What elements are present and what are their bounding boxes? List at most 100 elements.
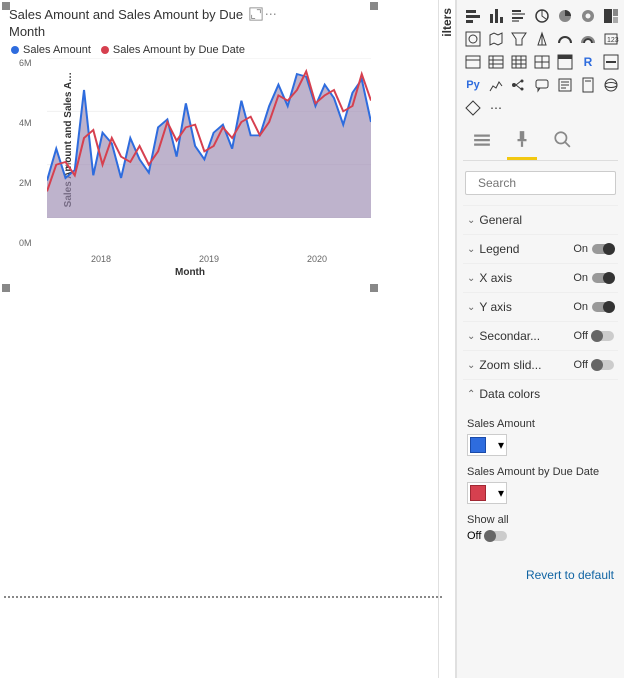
- vis-paginated-icon[interactable]: [578, 75, 598, 95]
- analytics-tab[interactable]: [547, 126, 577, 160]
- resize-handle-tl[interactable]: [2, 2, 10, 10]
- format-search[interactable]: [465, 171, 616, 195]
- chevron-icon: ⌄: [467, 215, 475, 226]
- color-picker-sales-amount[interactable]: ▾: [467, 434, 507, 456]
- toggle-state-text: On: [573, 272, 588, 284]
- revert-to-default-link[interactable]: Revert to default: [463, 562, 618, 588]
- format-section-secondar-[interactable]: ⌄ Secondar... Off: [463, 321, 618, 350]
- resize-handle-bl[interactable]: [2, 284, 10, 292]
- chevron-icon: ⌄: [467, 273, 475, 284]
- section-toggle[interactable]: Off: [574, 330, 614, 342]
- vis-arcgis-icon[interactable]: [601, 75, 621, 95]
- report-canvas[interactable]: Sales Amount and Sales Amount by Due ⋯ M…: [0, 0, 438, 678]
- vis-table-icon[interactable]: [486, 52, 506, 72]
- resize-handle-tr[interactable]: [370, 2, 378, 10]
- vis-qa-icon[interactable]: [532, 75, 552, 95]
- vis-powerapps-icon[interactable]: [463, 98, 483, 118]
- section-label: X axis: [479, 271, 512, 285]
- vis-multi-card-icon[interactable]: [578, 29, 598, 49]
- more-options-icon[interactable]: ⋯: [265, 7, 277, 24]
- toggle-state-text: On: [573, 243, 588, 255]
- toggle-state-text: Off: [574, 330, 588, 342]
- legend-item: Sales Amount by Due Date: [101, 44, 245, 56]
- x-axis-labels: 2018 2019 2020: [47, 254, 371, 264]
- vis-clustered-bar-icon[interactable]: [509, 6, 529, 26]
- dc-field-label: Sales Amount: [467, 418, 614, 430]
- x-axis-title: Month: [175, 267, 205, 278]
- data-colors-content: Sales Amount ▾ Sales Amount by Due Date …: [463, 412, 618, 558]
- chevron-icon: ⌄: [467, 302, 475, 313]
- visualizations-pane: 123 R Py ⋯ ⌄ General ⌄ Legend On ⌄ X axis On ⌄ Y …: [456, 0, 624, 678]
- vis-filled-map-icon[interactable]: [486, 29, 506, 49]
- vis-gauge-icon[interactable]: [532, 29, 552, 49]
- fields-tab[interactable]: [467, 126, 497, 160]
- legend-label: Sales Amount: [23, 44, 91, 56]
- vis-map-icon[interactable]: [463, 29, 483, 49]
- vis-py-icon[interactable]: Py: [463, 75, 483, 95]
- vis-matrix2-icon[interactable]: [555, 52, 575, 72]
- focus-mode-icon[interactable]: [249, 7, 263, 24]
- format-section-y-axis[interactable]: ⌄ Y axis On: [463, 292, 618, 321]
- format-tab[interactable]: [507, 126, 537, 160]
- vis-key-influencers-icon[interactable]: [486, 75, 506, 95]
- vis-matrix-icon[interactable]: [509, 52, 529, 72]
- vis-slicer-icon[interactable]: [463, 52, 483, 72]
- chevron-icon: ⌄: [467, 244, 475, 255]
- vis-table2-icon[interactable]: [532, 52, 552, 72]
- format-section-general[interactable]: ⌄ General: [463, 205, 618, 234]
- vis-more-icon[interactable]: ⋯: [486, 98, 506, 118]
- swatch-icon: [470, 485, 486, 501]
- vis-card-icon[interactable]: [555, 29, 575, 49]
- format-section-x-axis[interactable]: ⌄ X axis On: [463, 263, 618, 292]
- section-label: General: [479, 213, 522, 227]
- format-search-input[interactable]: [478, 176, 624, 190]
- section-toggle[interactable]: On: [573, 243, 614, 255]
- vis-stacked-column-icon[interactable]: [486, 6, 506, 26]
- format-section-data-colors[interactable]: ⌃Data colors: [463, 379, 618, 408]
- section-label: Data colors: [479, 387, 540, 401]
- show-all-toggle[interactable]: Off: [467, 530, 614, 542]
- svg-text:123: 123: [607, 37, 619, 44]
- section-toggle[interactable]: On: [573, 301, 614, 313]
- vis-stacked-bar-icon[interactable]: [463, 6, 483, 26]
- y-axis-labels: 6M 4M 2M 0M: [19, 58, 32, 248]
- dc-field-label: Sales Amount by Due Date: [467, 466, 614, 478]
- chart-visual[interactable]: Sales Amount and Sales Amount by Due ⋯ M…: [4, 4, 376, 290]
- vis-treemap-icon[interactable]: [601, 6, 621, 26]
- format-section-zoom-slid-[interactable]: ⌄Zoom slid...Off: [463, 350, 618, 379]
- vis-decomposition-icon[interactable]: [509, 75, 529, 95]
- format-section-legend[interactable]: ⌄ Legend On: [463, 234, 618, 263]
- toggle-state-text: Off: [574, 359, 588, 371]
- vis-r-icon[interactable]: R: [578, 52, 598, 72]
- plot-area: [47, 58, 371, 218]
- legend-dot: [101, 46, 109, 54]
- show-all-label: Show all: [467, 514, 614, 526]
- vis-funnel-icon[interactable]: [509, 29, 529, 49]
- chart-legend: Sales Amount Sales Amount by Due Date: [5, 42, 375, 58]
- legend-dot: [11, 46, 19, 54]
- section-label: Y axis: [479, 300, 511, 314]
- chevron-icon: ⌄: [467, 331, 475, 342]
- section-label: Zoom slid...: [479, 358, 541, 372]
- section-label: Legend: [479, 242, 519, 256]
- legend-item: Sales Amount: [11, 44, 91, 56]
- color-picker-sales-amount-due[interactable]: ▾: [467, 482, 507, 504]
- page-divider: [4, 596, 442, 598]
- format-sections: ⌄ General ⌄ Legend On ⌄ X axis On ⌄ Y axis On ⌄ Seco…: [463, 205, 618, 408]
- vis-donut-icon[interactable]: [578, 6, 598, 26]
- visualization-picker: 123 R Py ⋯: [463, 6, 618, 118]
- section-toggle[interactable]: On: [573, 272, 614, 284]
- vis-kpi-icon[interactable]: 123: [601, 29, 621, 49]
- section-label: Secondar...: [479, 329, 540, 343]
- vis-narrative-icon[interactable]: [555, 75, 575, 95]
- filters-pane-collapsed[interactable]: ilters: [438, 0, 456, 678]
- resize-handle-br[interactable]: [370, 284, 378, 292]
- toggle-state-text: Off: [467, 530, 481, 542]
- section-toggle[interactable]: Off: [574, 359, 614, 371]
- toggle-state-text: On: [573, 301, 588, 313]
- dropdown-caret-icon: ▾: [498, 438, 504, 452]
- vis-clustered-column-icon[interactable]: [532, 6, 552, 26]
- format-tab-bar: [463, 122, 618, 161]
- vis-pie-icon[interactable]: [555, 6, 575, 26]
- vis-line-icon[interactable]: [601, 52, 621, 72]
